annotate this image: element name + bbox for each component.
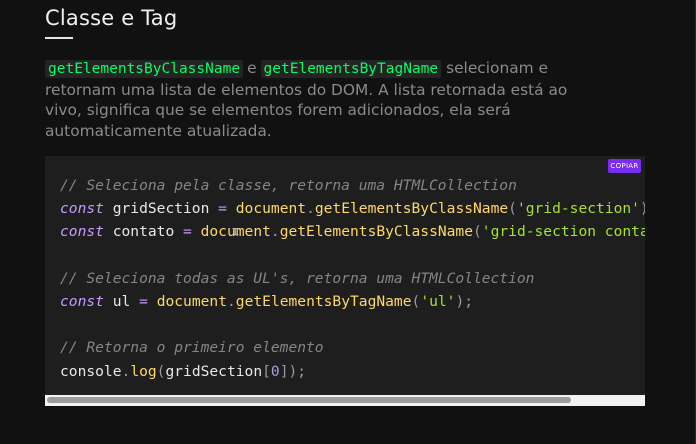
code-token: [ bbox=[262, 362, 271, 380]
code-token: document bbox=[235, 200, 307, 218]
code-token: // Retorna o primeiro elemento bbox=[60, 339, 324, 357]
code-token: . bbox=[121, 362, 131, 380]
inline-code-getelementsbyclassname: getElementsByClassName bbox=[45, 60, 244, 78]
code-token: document bbox=[156, 292, 227, 310]
horizontal-scrollbar[interactable] bbox=[45, 395, 645, 406]
title-underline bbox=[45, 37, 73, 39]
code-token: = bbox=[139, 292, 148, 310]
conjunction-text: e bbox=[247, 59, 257, 77]
code-line: // Seleciona pela classe, retorna uma HT… bbox=[60, 174, 645, 197]
copy-button[interactable]: COPIAR bbox=[608, 159, 641, 173]
code-block: COPIAR // Seleciona pela classe, retorna… bbox=[45, 156, 645, 406]
code-token: . bbox=[270, 223, 280, 241]
code-line: const ul = document.getElementsByTagName… bbox=[60, 290, 645, 313]
code-token: 'grid-section contato' bbox=[481, 223, 645, 241]
code-token: gridSection bbox=[165, 362, 263, 380]
code-token: getElementsByTagName bbox=[235, 292, 412, 310]
code-token: 'ul' bbox=[420, 292, 456, 310]
description-paragraph: getElementsByClassName e getElementsByTagN… bbox=[45, 58, 605, 141]
code-token: // Seleciona todas as UL's, retorna uma … bbox=[60, 269, 535, 287]
code-token: gridSection bbox=[103, 200, 219, 218]
code-token: 'grid-section' bbox=[516, 200, 640, 218]
code-token: = bbox=[183, 223, 192, 241]
scrollbar-thumb[interactable] bbox=[47, 397, 571, 403]
code-token: ( bbox=[473, 223, 482, 241]
code-token: const bbox=[60, 223, 104, 241]
code-line: const contato = document.getElementsByCl… bbox=[60, 220, 645, 243]
code-line: console.log(gridSection[0]); bbox=[60, 360, 645, 383]
code-line: const gridSection = document.getElements… bbox=[60, 197, 645, 220]
code-token: . bbox=[226, 292, 236, 310]
code-token: console bbox=[60, 362, 122, 380]
code-token: log bbox=[130, 362, 157, 380]
code-lines: // Seleciona pela classe, retorna uma HT… bbox=[60, 174, 645, 383]
code-line: // Seleciona todas as UL's, retorna uma … bbox=[60, 267, 645, 290]
code-token: ul bbox=[103, 292, 140, 310]
code-token: const bbox=[60, 292, 104, 310]
code-token: const bbox=[60, 200, 104, 218]
code-token: // Seleciona pela classe, retorna uma HT… bbox=[60, 177, 517, 194]
code-line: // Retorna o primeiro elemento bbox=[60, 336, 645, 359]
code-token: ]); bbox=[279, 362, 307, 380]
code-token: ); bbox=[455, 292, 474, 310]
code-token: = bbox=[218, 200, 227, 218]
section-title: Classe e Tag bbox=[45, 6, 178, 30]
code-token: 0 bbox=[270, 362, 280, 380]
code-token: ( bbox=[411, 292, 421, 310]
text-cursor-icon: ⌶ bbox=[232, 225, 239, 238]
code-token: getElementsByClassName bbox=[314, 200, 509, 218]
code-token: contato bbox=[103, 223, 184, 241]
inline-code-getelementsbytagname: getElementsByTagName bbox=[260, 60, 442, 78]
code-token: ); bbox=[640, 200, 645, 217]
code-token: getElementsByClassName bbox=[279, 223, 473, 241]
code-token: . bbox=[306, 200, 315, 218]
code-token: ( bbox=[508, 200, 517, 218]
